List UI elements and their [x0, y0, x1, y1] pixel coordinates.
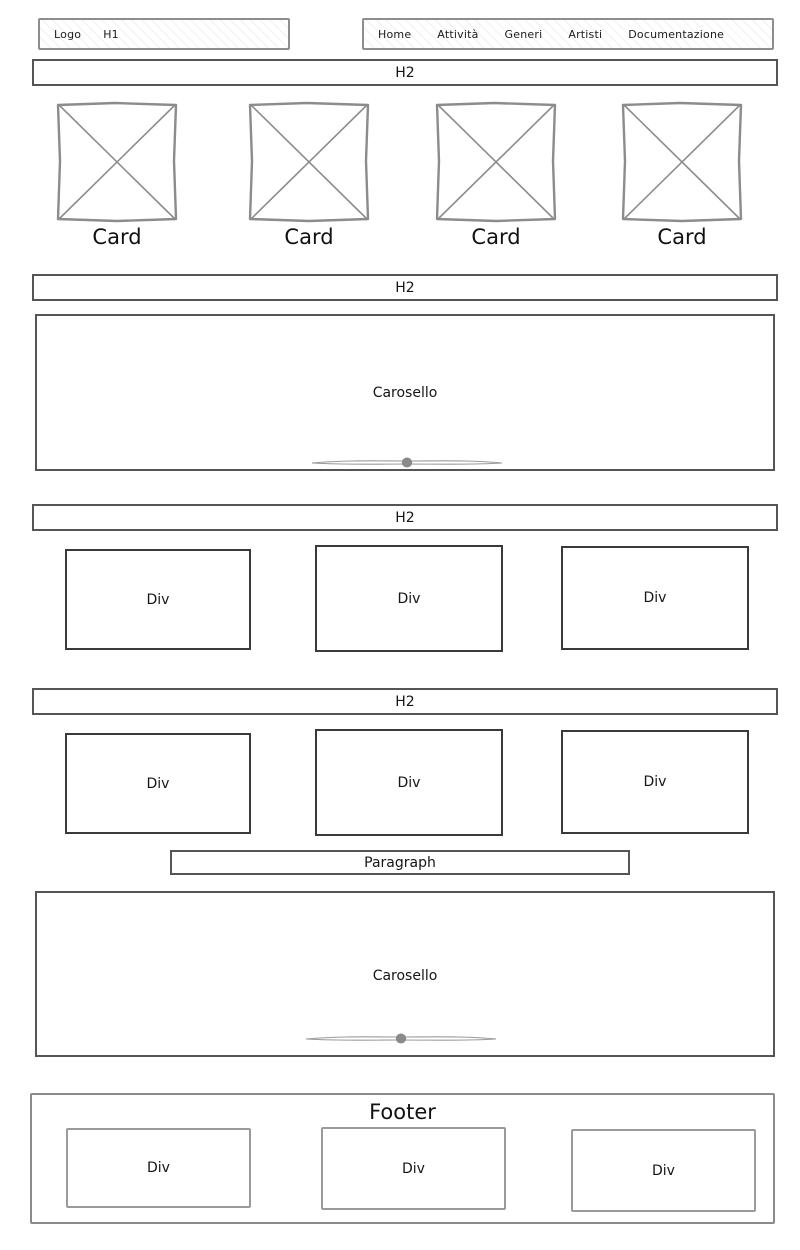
main-navigation[interactable]: Home Attività Generi Artisti Documentazi…: [362, 18, 774, 50]
footer-item-2[interactable]: Div: [321, 1127, 506, 1210]
div-row2-item-1-label: Div: [146, 775, 170, 792]
carousel-2-label: Carosello: [372, 968, 438, 984]
section-heading-3: H2: [32, 504, 778, 531]
footer: Footer Div Div Div: [30, 1093, 775, 1224]
image-placeholder-icon: [248, 101, 370, 223]
section-heading-3-label: H2: [395, 509, 415, 526]
div-row1-item-1[interactable]: Div: [65, 549, 251, 650]
section-heading-4: H2: [32, 688, 778, 715]
card-3-label: Card: [471, 225, 521, 249]
slider-track-icon: [311, 457, 503, 468]
div-row1-item-3-label: Div: [643, 590, 667, 606]
div-row2-item-2[interactable]: Div: [315, 729, 503, 836]
div-row2-item-1[interactable]: Div: [65, 733, 251, 834]
div-row1-item-1-label: Div: [146, 591, 170, 608]
card-1[interactable]: Card: [55, 101, 179, 249]
carousel-2-slider[interactable]: [301, 1030, 501, 1046]
nav-item-home[interactable]: Home: [378, 28, 411, 41]
nav-item-documentazione[interactable]: Documentazione: [628, 28, 724, 41]
div-row1-item-2[interactable]: Div: [315, 545, 503, 652]
section-heading-1: H2: [32, 59, 778, 86]
footer-item-1-label: Div: [147, 1160, 170, 1176]
slider-thumb-icon: [395, 1033, 407, 1044]
footer-title: Footer: [369, 1100, 436, 1124]
section-heading-2: H2: [32, 274, 778, 301]
div-row1-item-2-label: Div: [397, 590, 421, 607]
paragraph-bar: Paragraph: [170, 850, 630, 875]
card-1-label: Card: [92, 225, 142, 249]
footer-item-2-label: Div: [402, 1160, 425, 1177]
image-placeholder-icon: [435, 101, 557, 223]
paragraph-label: Paragraph: [364, 854, 436, 871]
nav-item-artisti[interactable]: Artisti: [568, 28, 602, 41]
carousel-1-label: Carosello: [372, 385, 438, 401]
carousel-1-slider[interactable]: [307, 454, 507, 470]
image-placeholder-icon: [56, 101, 178, 223]
footer-item-1[interactable]: Div: [66, 1128, 251, 1208]
card-2-label: Card: [284, 225, 334, 249]
footer-item-3-label: Div: [652, 1162, 675, 1179]
card-4-label: Card: [657, 225, 707, 249]
card-2[interactable]: Card: [247, 101, 371, 249]
section-heading-1-label: H2: [395, 64, 415, 81]
logo-bar[interactable]: Logo H1: [38, 18, 290, 50]
section-heading-4-label: H2: [395, 693, 415, 710]
section-heading-2-label: H2: [395, 279, 415, 296]
h1-label: H1: [103, 27, 119, 41]
nav-item-attivita[interactable]: Attività: [437, 28, 478, 41]
logo-label: Logo: [54, 27, 82, 41]
carousel-2[interactable]: Carosello: [35, 891, 775, 1057]
div-row2-item-3-label: Div: [643, 774, 667, 790]
nav-item-generi[interactable]: Generi: [505, 28, 543, 41]
slider-thumb-icon: [401, 457, 413, 468]
image-placeholder-icon: [621, 101, 743, 223]
slider-track-icon: [305, 1033, 497, 1044]
div-row2-item-3[interactable]: Div: [561, 730, 749, 834]
card-4[interactable]: Card: [620, 101, 744, 249]
footer-item-3[interactable]: Div: [571, 1129, 756, 1212]
div-row2-item-2-label: Div: [397, 774, 421, 791]
div-row1-item-3[interactable]: Div: [561, 546, 749, 650]
carousel-1[interactable]: Carosello: [35, 314, 775, 471]
card-3[interactable]: Card: [434, 101, 558, 249]
